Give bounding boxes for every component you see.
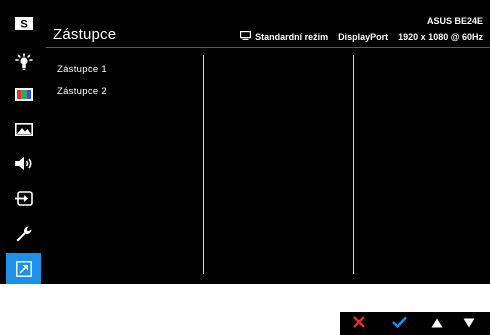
input-select-icon [14, 191, 34, 206]
sidebar-item-blue-light[interactable] [6, 46, 41, 77]
confirm-button[interactable] [384, 312, 414, 335]
sidebar-item-input[interactable] [6, 183, 41, 214]
blue-light-filter-icon [14, 52, 34, 71]
resolution-label: 1920 x 1080 @ 60Hz [398, 31, 483, 42]
navigation-bar [340, 312, 490, 335]
menu-item-shortcut-1[interactable]: Zástupce 1 [57, 64, 107, 75]
speaker-icon [14, 156, 34, 171]
menu-item-shortcut-2[interactable]: Zástupce 2 [57, 86, 107, 97]
down-button[interactable] [454, 312, 484, 335]
input-label: DisplayPort [338, 31, 389, 42]
shortcut-arrow-icon [15, 260, 32, 277]
sidebar-item-image[interactable] [6, 114, 41, 145]
sidebar-item-sound[interactable] [6, 148, 41, 179]
image-icon [14, 123, 33, 136]
column-divider [353, 55, 354, 274]
header-divider [46, 47, 490, 48]
svg-text:S: S [20, 19, 27, 31]
splendid-s-icon: S [14, 17, 33, 31]
confirm-icon [391, 315, 407, 333]
sidebar-item-splendid[interactable]: S [6, 8, 41, 39]
model-name: ASUS BE24E [426, 16, 483, 26]
cancel-button[interactable] [344, 312, 374, 335]
sidebar: S [6, 6, 41, 284]
sidebar-item-shortcut[interactable] [6, 253, 41, 284]
cancel-icon [353, 315, 365, 333]
up-arrow-icon [431, 315, 443, 333]
sidebar-item-color[interactable] [6, 79, 41, 110]
up-button[interactable] [422, 312, 452, 335]
color-bars-icon [14, 88, 33, 101]
mode-label: Standardní režim [255, 31, 329, 42]
page-title: Zástupce [53, 26, 117, 43]
status-bar: Standardní režim DisplayPort 1920 x 1080… [240, 31, 483, 42]
sidebar-item-system-setup[interactable] [6, 218, 41, 249]
wrench-icon [15, 225, 33, 243]
monitor-icon [240, 31, 252, 42]
column-divider [203, 55, 204, 274]
down-arrow-icon [463, 315, 475, 333]
